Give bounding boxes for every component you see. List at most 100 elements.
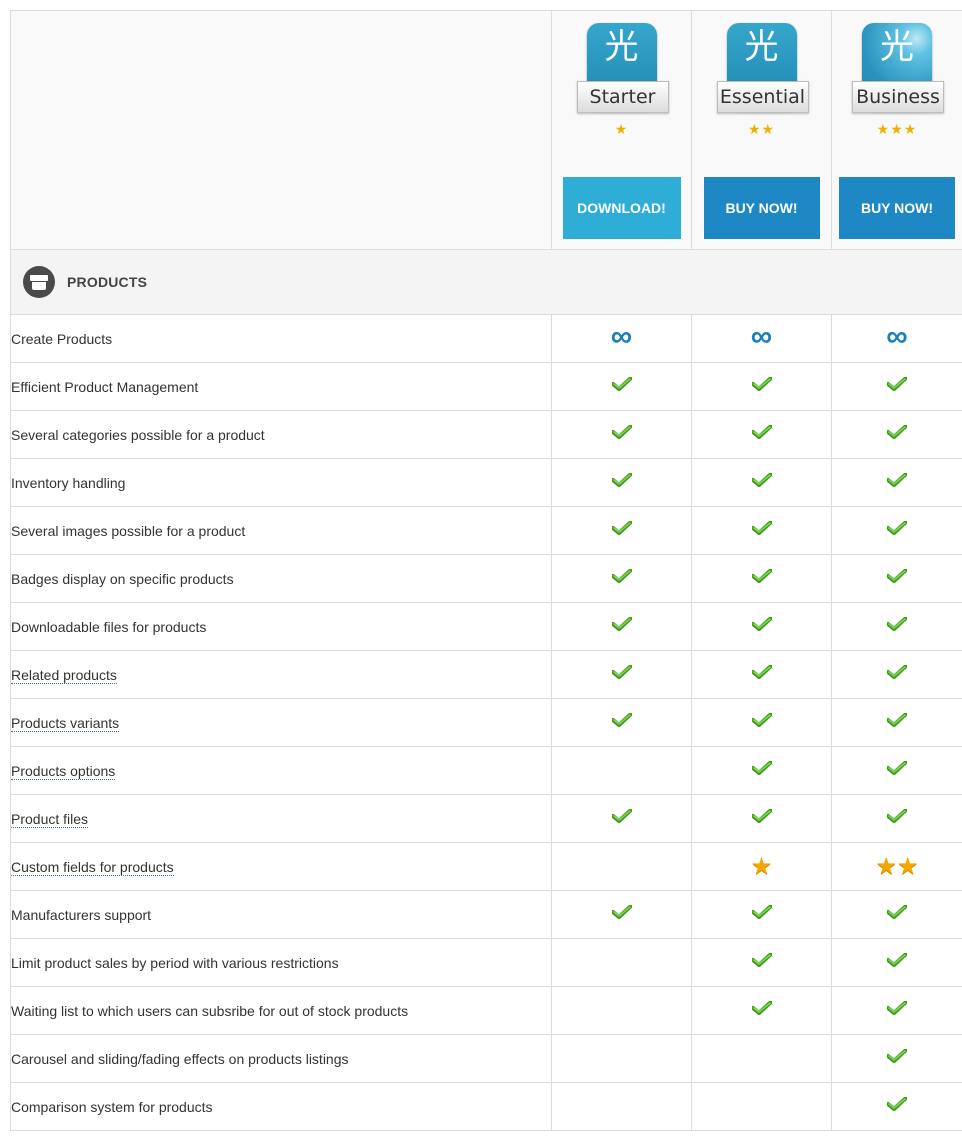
feature-name-cell: Manufacturers support <box>11 891 552 939</box>
section-header-cell: PRODUCTS <box>11 250 962 315</box>
box-icon <box>23 266 55 298</box>
infinity-icon: ∞ <box>751 320 772 353</box>
buy-now-button-essential[interactable]: BUY NOW! <box>704 177 820 239</box>
feature-link[interactable]: Product files <box>11 811 88 828</box>
feature-value-essential <box>692 1035 832 1083</box>
feature-value-starter <box>552 843 692 891</box>
feature-value-business <box>832 795 962 843</box>
feature-row: Related products <box>11 651 962 699</box>
feature-row: Limit product sales by period with vario… <box>11 939 962 987</box>
check-icon <box>752 809 772 823</box>
feature-value-starter <box>552 651 692 699</box>
check-icon <box>752 953 772 967</box>
feature-value-business <box>832 1083 962 1131</box>
feature-row: Products variants <box>11 699 962 747</box>
feature-value-essential <box>692 555 832 603</box>
check-icon <box>752 665 772 679</box>
check-icon <box>752 569 772 583</box>
feature-row: Inventory handling <box>11 459 962 507</box>
feature-name-cell: Carousel and sliding/fading effects on p… <box>11 1035 552 1083</box>
feature-row: Badges display on specific products <box>11 555 962 603</box>
check-icon <box>887 809 907 823</box>
feature-link[interactable]: Products variants <box>11 715 119 732</box>
feature-name-cell: Several images possible for a product <box>11 507 552 555</box>
feature-value-essential <box>692 699 832 747</box>
feature-row: Several categories possible for a produc… <box>11 411 962 459</box>
section-header-products: PRODUCTS <box>11 250 962 315</box>
check-icon <box>887 521 907 535</box>
feature-value-starter <box>552 891 692 939</box>
check-icon <box>612 617 632 631</box>
check-icon <box>612 809 632 823</box>
check-icon <box>887 761 907 775</box>
comparison-table: 光 Starter ★ DOWNLOAD! 光 Essential ★★ BUY… <box>10 10 962 1131</box>
feature-label: Limit product sales by period with vario… <box>11 955 339 971</box>
feature-value-business <box>832 939 962 987</box>
feature-label: Downloadable files for products <box>11 619 206 635</box>
feature-value-starter <box>552 507 692 555</box>
feature-value-starter <box>552 411 692 459</box>
plan-name-essential: Essential <box>717 81 809 113</box>
plan-header-business: 光 Business ★★★ BUY NOW! <box>832 11 962 250</box>
feature-link[interactable]: Custom fields for products <box>11 859 174 876</box>
check-icon <box>752 521 772 535</box>
feature-value-business <box>832 459 962 507</box>
plan-name-business: Business <box>852 81 944 113</box>
feature-value-business <box>832 651 962 699</box>
feature-value-business <box>832 507 962 555</box>
check-icon <box>887 569 907 583</box>
feature-value-business <box>832 891 962 939</box>
check-icon <box>752 713 772 727</box>
feature-value-starter: ∞ <box>552 315 692 363</box>
comparison-page: 光 Starter ★ DOWNLOAD! 光 Essential ★★ BUY… <box>0 0 962 1139</box>
starter-logo-icon: 光 Starter <box>575 23 669 113</box>
download-button[interactable]: DOWNLOAD! <box>563 177 681 239</box>
feature-link[interactable]: Related products <box>11 667 117 684</box>
feature-value-essential <box>692 507 832 555</box>
feature-name-cell: Products variants <box>11 699 552 747</box>
check-icon <box>887 1049 907 1063</box>
check-icon <box>887 1001 907 1015</box>
plan-rating-stars: ★★★ <box>832 121 962 138</box>
feature-value-starter <box>552 939 692 987</box>
plan-rating-stars: ★★ <box>692 121 831 138</box>
feature-label: Several images possible for a product <box>11 523 245 539</box>
feature-row: Waiting list to which users can subsribe… <box>11 987 962 1035</box>
feature-name-cell: Related products <box>11 651 552 699</box>
check-icon <box>612 377 632 391</box>
feature-value-starter <box>552 363 692 411</box>
feature-value-essential <box>692 363 832 411</box>
feature-value-starter <box>552 555 692 603</box>
buy-now-button-business[interactable]: BUY NOW! <box>839 177 955 239</box>
feature-row: Efficient Product Management <box>11 363 962 411</box>
feature-name-cell: Inventory handling <box>11 459 552 507</box>
plan-header-starter: 光 Starter ★ DOWNLOAD! <box>552 11 692 250</box>
feature-name-cell: Several categories possible for a produc… <box>11 411 552 459</box>
check-icon <box>752 473 772 487</box>
feature-value-business <box>832 555 962 603</box>
check-icon <box>752 617 772 631</box>
feature-value-business <box>832 1035 962 1083</box>
plan-name-starter: Starter <box>577 81 669 113</box>
feature-name-cell: Badges display on specific products <box>11 555 552 603</box>
feature-link[interactable]: Products options <box>11 763 115 780</box>
feature-row: Downloadable files for products <box>11 603 962 651</box>
infinity-icon: ∞ <box>886 320 907 353</box>
feature-row: Custom fields for products ★ ★★ <box>11 843 962 891</box>
feature-value-essential <box>692 939 832 987</box>
feature-value-essential: ★ <box>692 843 832 891</box>
feature-value-essential <box>692 603 832 651</box>
feature-value-business <box>832 987 962 1035</box>
feature-label: Efficient Product Management <box>11 379 198 395</box>
infinity-icon: ∞ <box>611 320 632 353</box>
check-icon <box>752 1001 772 1015</box>
feature-row: Comparison system for products <box>11 1083 962 1131</box>
feature-value-essential <box>692 891 832 939</box>
check-icon <box>612 425 632 439</box>
feature-value-starter <box>552 1083 692 1131</box>
feature-name-cell: Product files <box>11 795 552 843</box>
feature-value-starter <box>552 747 692 795</box>
feature-row: Create Products ∞ ∞ ∞ <box>11 315 962 363</box>
plan-rating-stars: ★ <box>552 121 691 138</box>
check-icon <box>887 905 907 919</box>
